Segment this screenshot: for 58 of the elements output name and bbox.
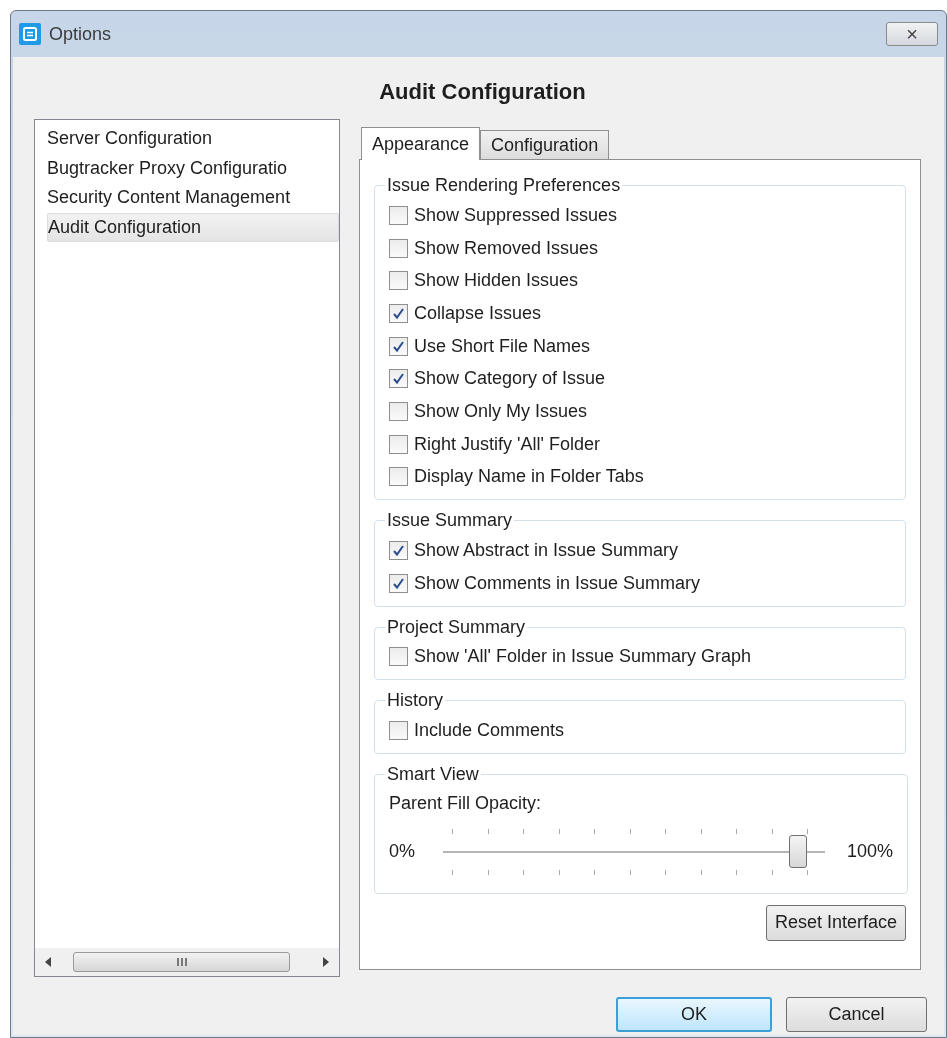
checkbox[interactable] [389,303,408,323]
checkbox[interactable] [389,238,408,258]
reset-interface-button[interactable]: Reset Interface [765,904,906,941]
checkbox-label: Include Comments [414,719,565,743]
checkbox[interactable] [389,467,408,487]
tab[interactable]: Appearance [361,127,481,160]
checkmark-icon [392,576,405,590]
window-title: Options [49,22,112,46]
checkmark-icon [392,306,405,320]
checkmark-icon [392,339,405,353]
checkbox-label: Show Removed Issues [414,236,599,260]
category-item[interactable]: Server Configuration [47,124,339,154]
checkbox[interactable] [389,434,408,454]
close-button[interactable]: × [886,22,938,46]
checkbox[interactable] [389,541,408,561]
slider-thumb[interactable] [789,834,808,868]
checkbox-label: Show 'All' Folder in Issue Summary Graph [414,645,751,669]
category-item[interactable]: Bugtracker Proxy Configuratio [47,153,339,183]
checkbox-label: Show Suppressed Issues [414,203,618,227]
grip-icon [175,958,188,966]
checkbox[interactable] [389,401,408,421]
checkbox-label: Collapse Issues [414,301,542,325]
checkbox-label: Show Abstract in Issue Summary [414,539,679,563]
group-title: Issue Summary [386,509,514,533]
dialog-button[interactable]: Cancel [786,997,927,1032]
max-label: 100% [847,840,894,864]
checkbox[interactable] [389,205,408,225]
checkbox[interactable] [389,271,408,291]
scrollbar-thumb[interactable] [73,952,290,972]
dialog-button[interactable]: OK [616,997,772,1032]
checkmark-icon [392,372,405,386]
checkmark-icon [392,544,405,558]
checkbox-label: Show Hidden Issues [414,269,579,293]
checkbox[interactable] [389,369,408,389]
checkbox[interactable] [389,721,408,741]
checkbox-label: Show Category of Issue [414,367,606,391]
group-title: History [386,689,444,713]
checkbox-label: Right Justify 'All' Folder [414,432,600,456]
group-title: Project Summary [386,615,527,639]
group-title: Smart View [386,762,480,786]
checkbox-label: Show Only My Issues [414,399,588,423]
checkbox[interactable] [389,647,408,667]
horizontal-scrollbar[interactable] [35,948,339,976]
checkbox-label: Display Name in Folder Tabs [414,465,644,489]
scroll-left-icon[interactable] [43,956,53,968]
scroll-right-icon[interactable] [321,956,331,968]
group-title: Issue Rendering Preferences [386,174,622,197]
tab[interactable]: Configuration [480,130,610,159]
checkbox[interactable] [389,336,408,356]
min-label: 0% [389,840,416,864]
window-icon [19,23,41,45]
dialog-heading: Audit Configuration [378,78,587,106]
checkbox[interactable] [389,573,408,593]
category-item[interactable]: Audit Configuration [47,212,339,242]
category-item[interactable]: Security Content Management [47,183,339,213]
checkbox-label: Use Short File Names [414,334,591,358]
checkbox-label: Show Comments in Issue Summary [414,571,701,595]
slider-label: Parent Fill Opacity: [389,791,543,815]
